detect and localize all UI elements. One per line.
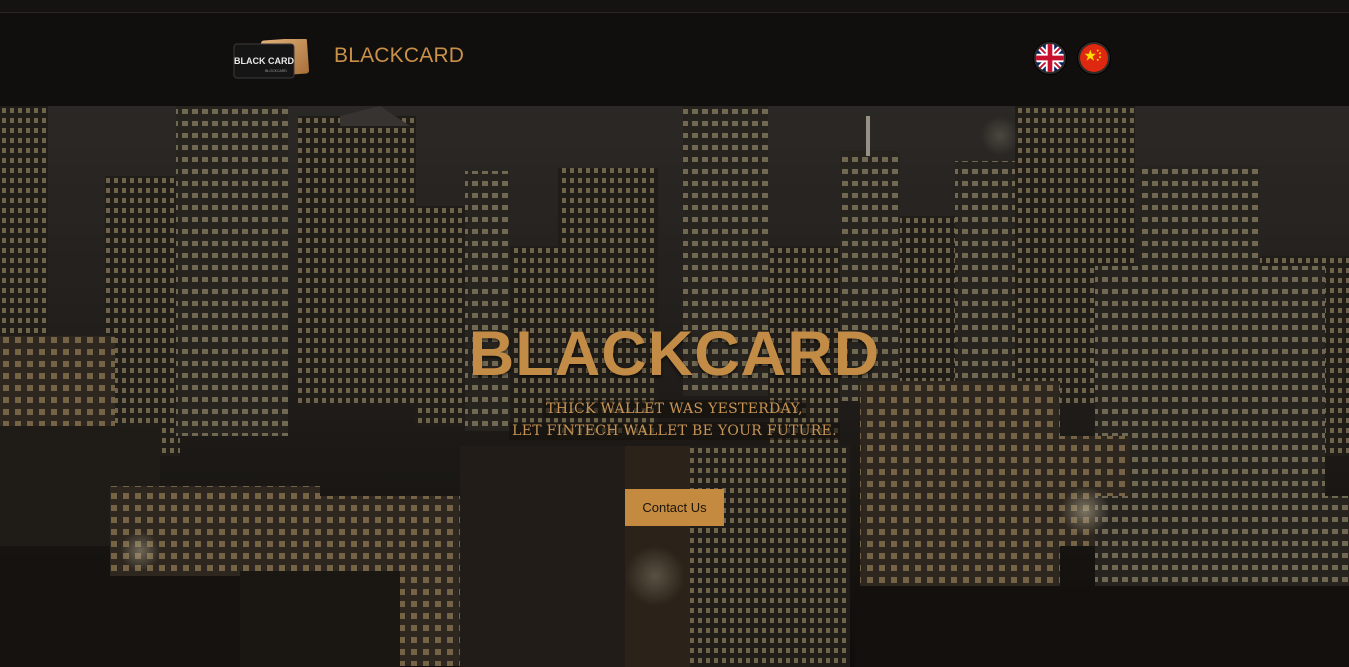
hero-section: BLACKCARD THICK WALLET WAS YESTERDAY, LE… bbox=[0, 106, 1349, 667]
subtitle-line1-text: THICK WALLET WAS YESTERDAY, bbox=[543, 400, 806, 418]
site-header: BLACK CARD BLOCKCARD BLACKCARD bbox=[0, 13, 1349, 106]
logo-text: BLACK CARD bbox=[234, 56, 294, 66]
brand-name[interactable]: BLACKCARD bbox=[334, 44, 464, 68]
top-strip bbox=[0, 0, 1349, 13]
hero-title: BLACKCARD bbox=[468, 319, 881, 389]
logo-subtext: BLOCKCARD bbox=[265, 69, 287, 73]
logo-card-image: BLACK CARD BLOCKCARD bbox=[233, 37, 309, 79]
subtitle-line2-text: LET FINTECH WALLET BE YOUR FUTURE. bbox=[509, 422, 840, 440]
uk-flag-icon bbox=[1036, 44, 1064, 72]
hero-subtitle-line2: LET FINTECH WALLET BE YOUR FUTURE. bbox=[0, 422, 1349, 440]
language-chinese-button[interactable] bbox=[1078, 42, 1110, 74]
blackcard-logo[interactable]: BLACK CARD BLOCKCARD bbox=[232, 37, 310, 79]
china-flag-icon bbox=[1080, 44, 1108, 72]
contact-us-button[interactable]: Contact Us bbox=[625, 489, 724, 526]
language-english-button[interactable] bbox=[1034, 42, 1066, 74]
hero-subtitle-line1: THICK WALLET WAS YESTERDAY, bbox=[0, 400, 1349, 418]
